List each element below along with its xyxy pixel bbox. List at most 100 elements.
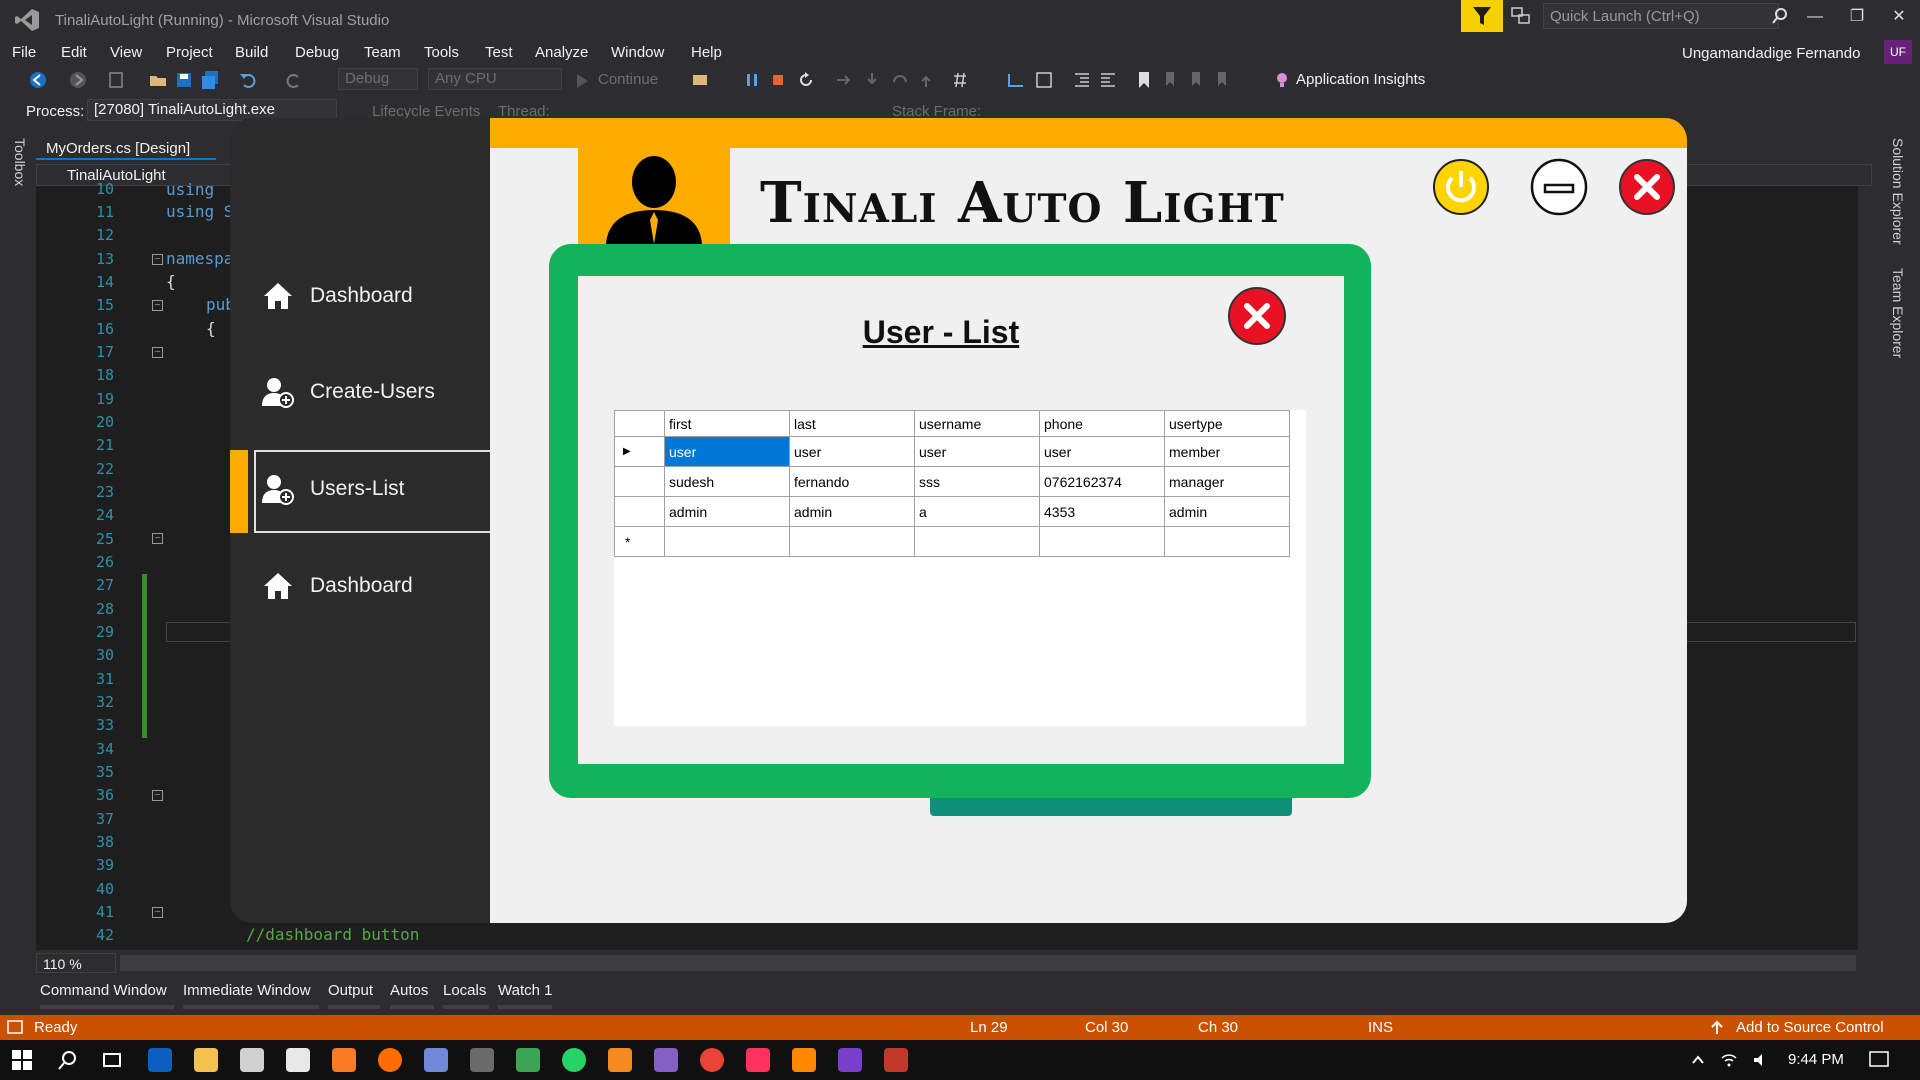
continue-play-icon[interactable] [572, 71, 592, 91]
save-icon[interactable] [174, 70, 194, 90]
menu-window[interactable]: Window [611, 44, 664, 61]
grid-cell[interactable]: admin [1164, 496, 1290, 527]
collapse-region-icon[interactable]: − [152, 790, 163, 801]
discord-icon[interactable] [424, 1048, 448, 1072]
grid-cell[interactable]: user [1039, 436, 1165, 467]
redo-icon[interactable] [284, 70, 304, 90]
grid-cell[interactable]: 0762162374 [1039, 466, 1165, 497]
menu-test[interactable]: Test [485, 44, 513, 61]
menu-build[interactable]: Build [235, 44, 268, 61]
nav-dashboard-2[interactable]: Dashboard [256, 548, 490, 630]
restore-window-button[interactable]: ❐ [1842, 6, 1872, 28]
previous-bookmark-icon[interactable] [1160, 70, 1180, 90]
grid-cell[interactable]: sudesh [664, 466, 790, 497]
row-header[interactable] [614, 496, 665, 527]
mail-icon[interactable] [286, 1048, 310, 1072]
grid-cell[interactable] [789, 526, 915, 557]
document-tab[interactable]: MyOrders.cs [Design] [36, 136, 216, 160]
file-explorer-icon[interactable] [194, 1048, 218, 1072]
locals-tab[interactable]: Locals [443, 982, 486, 999]
minimize-app-button[interactable] [1530, 158, 1588, 216]
chrome-icon[interactable] [700, 1048, 724, 1072]
firefox-icon[interactable] [378, 1048, 402, 1072]
menu-project[interactable]: Project [166, 44, 213, 61]
navigate-forward-icon[interactable] [68, 70, 88, 90]
store-icon[interactable] [240, 1048, 264, 1072]
close-app-button[interactable] [1618, 158, 1676, 216]
undo-icon[interactable] [238, 70, 258, 90]
power-button[interactable] [1432, 158, 1490, 216]
wifi-icon[interactable] [1720, 1052, 1738, 1068]
output-tab[interactable]: Output [328, 982, 373, 999]
grid-cell[interactable]: fernando [789, 466, 915, 497]
menu-debug[interactable]: Debug [295, 44, 339, 61]
menu-analyze[interactable]: Analyze [535, 44, 588, 61]
grid-cell[interactable]: member [1164, 436, 1290, 467]
grid-cell[interactable] [664, 526, 790, 557]
process-picker-icon[interactable] [690, 70, 710, 90]
editor-horizontal-scrollbar[interactable] [120, 955, 1856, 971]
menu-help[interactable]: Help [691, 44, 722, 61]
users-data-grid[interactable]: first last username phone usertype ▶ use… [614, 410, 1290, 557]
add-to-source-control-button[interactable]: Add to Source Control [1736, 1019, 1884, 1036]
bookmark-icon[interactable] [1134, 70, 1154, 90]
step-over-icon[interactable] [890, 70, 910, 90]
stop-debugging-icon[interactable] [768, 70, 788, 90]
immediate-window-tab[interactable]: Immediate Window [183, 982, 311, 999]
nav-users-list[interactable]: Users-List [256, 451, 490, 533]
column-header-usertype[interactable]: usertype [1164, 410, 1290, 437]
table-row[interactable]: admin admin a 4353 admin [614, 496, 1290, 527]
collapse-region-icon[interactable]: − [152, 533, 163, 544]
command-window-tab[interactable]: Command Window [40, 982, 167, 999]
lightbulb-icon[interactable] [1272, 70, 1292, 90]
open-file-icon[interactable] [148, 70, 168, 90]
minimize-window-button[interactable]: — [1800, 6, 1830, 28]
team-explorer-tab[interactable]: Team Explorer [1890, 268, 1906, 358]
task-view-icon[interactable] [100, 1048, 124, 1072]
grid-cell[interactable] [1039, 526, 1165, 557]
column-header-first[interactable]: first [664, 410, 790, 437]
vlc-icon[interactable] [792, 1048, 816, 1072]
step-out-icon[interactable] [916, 70, 936, 90]
taskbar-clock[interactable]: 9:44 PM [1788, 1051, 1844, 1068]
whatsapp-icon[interactable] [562, 1048, 586, 1072]
break-all-pause-icon[interactable] [742, 70, 762, 90]
watch-1-tab[interactable]: Watch 1 [498, 982, 552, 999]
menu-edit[interactable]: Edit [61, 44, 87, 61]
visual-studio-icon[interactable] [654, 1048, 678, 1072]
outdent-icon[interactable] [1098, 70, 1118, 90]
vs-installer-icon[interactable] [838, 1048, 862, 1072]
xampp-icon[interactable] [332, 1048, 356, 1072]
search-icon[interactable] [1770, 6, 1790, 26]
grid-cell[interactable]: user [664, 436, 790, 467]
solution-explorer-tab[interactable]: Solution Explorer [1890, 138, 1906, 245]
collapse-region-icon[interactable]: − [152, 254, 163, 265]
application-insights-button[interactable]: Application Insights [1296, 71, 1425, 88]
grid-cell[interactable]: 4353 [1039, 496, 1165, 527]
grid-cell[interactable] [1164, 526, 1290, 557]
onedrive-icon[interactable] [470, 1048, 494, 1072]
tinali-app-icon[interactable] [884, 1048, 908, 1072]
continue-button[interactable]: Continue [598, 71, 658, 88]
solution-platform-dropdown[interactable]: Any CPU [428, 68, 562, 90]
column-header-username[interactable]: username [914, 410, 1040, 437]
windows-start-icon[interactable] [10, 1048, 34, 1072]
close-window-button[interactable]: ✕ [1884, 6, 1914, 28]
close-dialog-button[interactable] [1227, 286, 1287, 346]
collapse-region-icon[interactable]: − [152, 300, 163, 311]
restart-icon[interactable] [796, 70, 816, 90]
solution-configuration-dropdown[interactable]: Debug [338, 68, 418, 90]
row-header[interactable] [614, 466, 665, 497]
indent-icon[interactable] [1072, 70, 1092, 90]
step-into-icon[interactable] [862, 70, 882, 90]
grid-cell[interactable] [914, 526, 1040, 557]
notifications-icon[interactable] [1868, 1050, 1890, 1070]
grid-cell[interactable]: user [914, 436, 1040, 467]
new-row-marker[interactable]: * [614, 526, 665, 557]
arrow-up-icon[interactable] [1710, 1020, 1724, 1036]
collapse-region-icon[interactable]: − [152, 347, 163, 358]
grid-cell[interactable]: admin [664, 496, 790, 527]
search-icon[interactable] [56, 1048, 80, 1072]
show-next-statement-icon[interactable] [834, 70, 854, 90]
editor-vertical-scrollbar[interactable] [1858, 186, 1874, 950]
